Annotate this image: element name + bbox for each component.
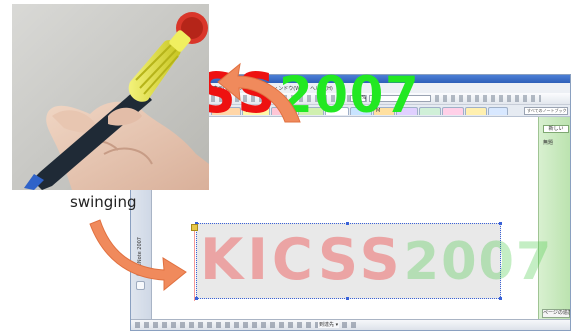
motion-arrows (89, 62, 301, 292)
lower-arrow-icon (89, 219, 187, 292)
upper-arrow-icon (217, 62, 301, 123)
figure-stage: 表示(V) ツール(T) ウィンドウ(W) ヘルプ(H) 100% Sy ve … (0, 0, 572, 331)
